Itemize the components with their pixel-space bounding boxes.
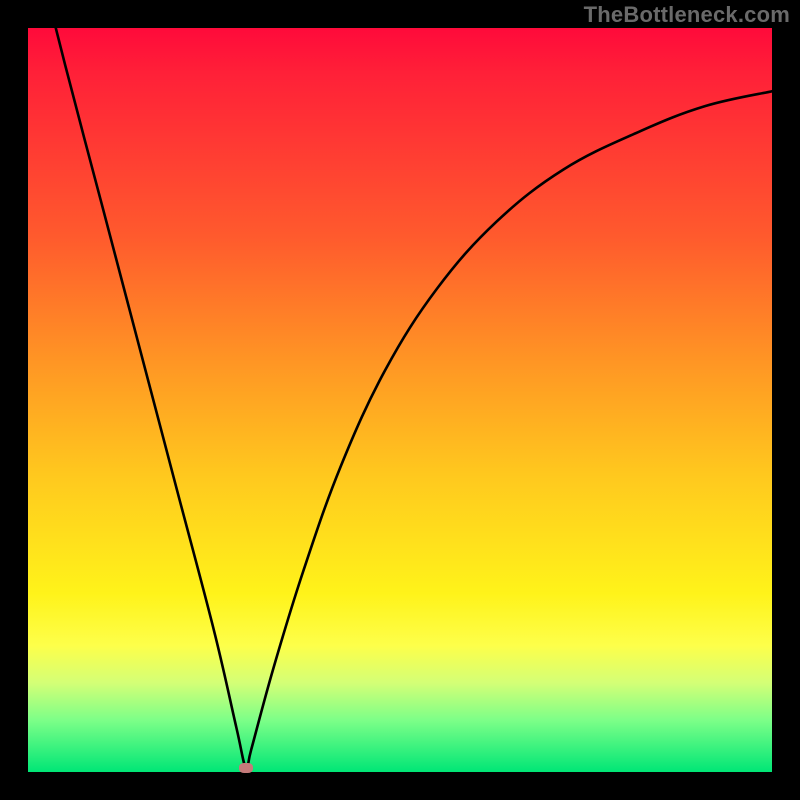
watermark-label: TheBottleneck.com (584, 2, 790, 28)
bottleneck-curve (28, 28, 772, 772)
optimum-marker-icon (239, 763, 253, 773)
plot-area (28, 28, 772, 772)
chart-frame: TheBottleneck.com (0, 0, 800, 800)
